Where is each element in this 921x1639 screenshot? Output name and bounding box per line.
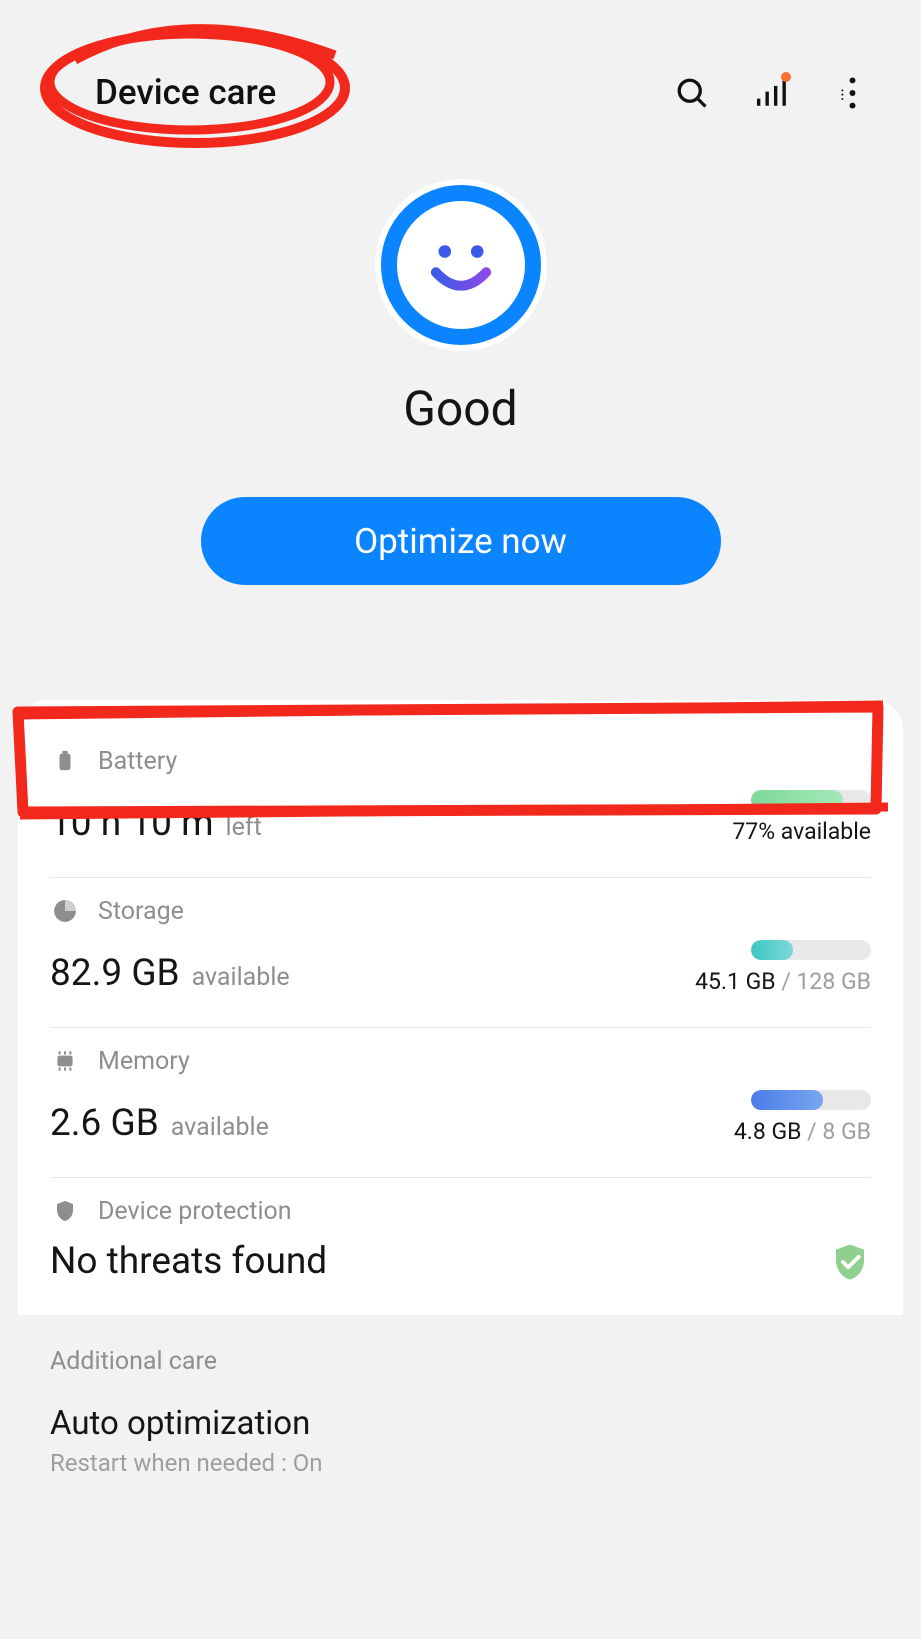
memory-icon	[50, 1046, 80, 1076]
memory-label: Memory	[98, 1047, 190, 1076]
protection-label: Device protection	[98, 1197, 292, 1226]
page-title: Device care	[95, 72, 674, 113]
shield-icon	[50, 1196, 80, 1226]
status-smiley-icon	[381, 185, 541, 345]
additional-care-heading: Additional care	[50, 1347, 921, 1376]
cards-container: Battery 10 h 10 m left 77% available Sto…	[18, 700, 903, 1315]
battery-time-suffix: left	[226, 813, 262, 842]
battery-card[interactable]: Battery 10 h 10 m left 77% available	[50, 728, 871, 878]
battery-avail-text: 77% available	[732, 818, 871, 845]
battery-time-value: 10 h 10 m	[50, 802, 214, 845]
back-button[interactable]	[35, 78, 65, 108]
protection-card[interactable]: Device protection No threats found	[50, 1178, 871, 1315]
memory-ratio: 4.8 GB / 8 GB	[734, 1118, 871, 1145]
memory-suffix: available	[171, 1113, 269, 1142]
optimize-now-button[interactable]: Optimize now	[201, 497, 721, 585]
search-icon[interactable]	[674, 75, 710, 111]
protection-status: No threats found	[50, 1240, 327, 1283]
storage-label: Storage	[98, 897, 184, 926]
notification-dot	[781, 72, 791, 82]
battery-label: Battery	[98, 747, 177, 776]
storage-ratio: 45.1 GB / 128 GB	[695, 968, 871, 995]
more-icon[interactable]	[830, 75, 866, 111]
storage-bar	[751, 940, 871, 960]
battery-icon	[50, 746, 80, 776]
storage-value: 82.9 GB	[50, 952, 180, 995]
auto-optimization-sub: Restart when needed : On	[50, 1449, 921, 1477]
memory-value: 2.6 GB	[50, 1102, 159, 1145]
memory-card[interactable]: Memory 2.6 GB available 4.8 GB / 8 GB	[50, 1028, 871, 1178]
shield-ok-icon	[829, 1241, 871, 1283]
chart-icon[interactable]	[752, 75, 788, 111]
memory-bar	[751, 1090, 871, 1110]
battery-bar	[751, 790, 871, 810]
storage-card[interactable]: Storage 82.9 GB available 45.1 GB / 128 …	[50, 878, 871, 1028]
device-status-text: Good	[403, 380, 518, 437]
storage-suffix: available	[192, 963, 290, 992]
auto-optimization-item[interactable]: Auto optimization Restart when needed : …	[50, 1404, 921, 1477]
auto-optimization-title: Auto optimization	[50, 1404, 921, 1443]
storage-icon	[50, 896, 80, 926]
